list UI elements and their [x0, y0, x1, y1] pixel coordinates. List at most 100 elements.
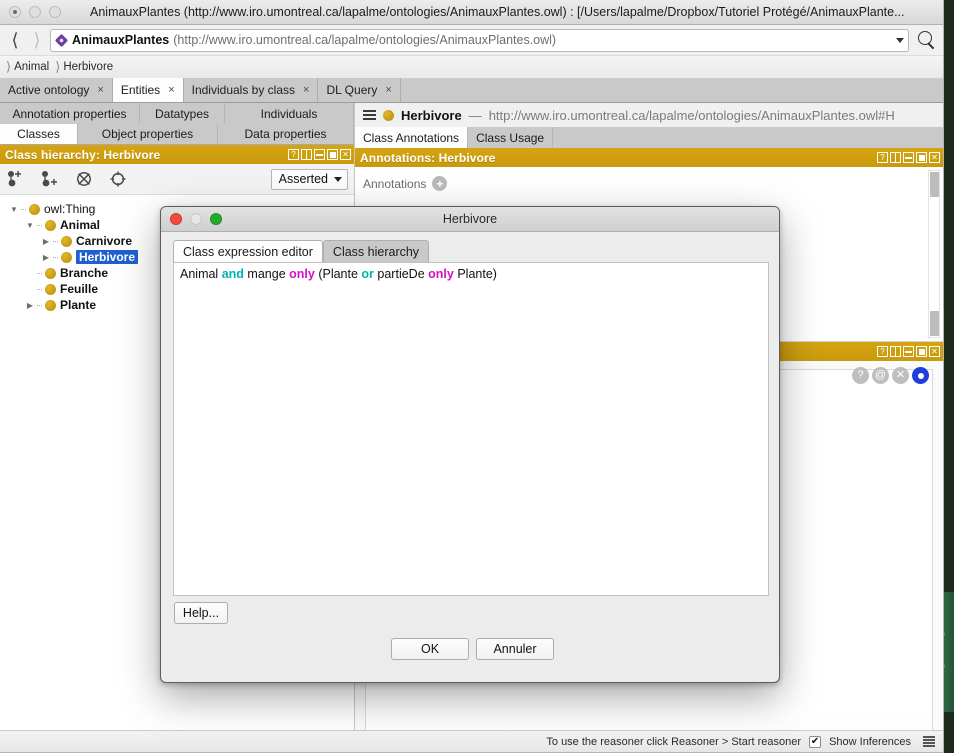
subtab-object-properties[interactable]: Object properties	[78, 124, 218, 145]
ontology-iri-field[interactable]: AnimauxPlantes (http://www.iro.umontreal…	[50, 29, 909, 52]
tree-line: ···	[36, 268, 45, 278]
expr-token-plante-close: Plante)	[457, 267, 497, 281]
help-button[interactable]: Help...	[174, 602, 228, 624]
panel-minimize-icon[interactable]	[903, 152, 914, 163]
tree-item-label: Plante	[60, 298, 96, 312]
twisty-right-icon[interactable]: ▶	[40, 237, 52, 246]
panel-window-buttons: ? ✕	[877, 346, 940, 357]
twisty-right-icon[interactable]: ▶	[40, 253, 52, 262]
entity-header: Herbivore — http://www.iro.umontreal.ca/…	[355, 103, 943, 127]
subtab-individuals[interactable]: Individuals	[225, 103, 354, 124]
dialog-titlebar: Herbivore	[161, 207, 779, 232]
panel-close-icon[interactable]: ✕	[929, 346, 940, 357]
breadcrumb-item-herbivore[interactable]: Herbivore	[63, 61, 113, 73]
panel-minimize-icon[interactable]	[903, 346, 914, 357]
tab-class-usage[interactable]: Class Usage	[468, 127, 553, 148]
chevron-down-icon[interactable]	[896, 38, 904, 43]
tab-entities[interactable]: Entities ×	[113, 78, 184, 102]
breadcrumb-item-animal[interactable]: Animal	[14, 61, 49, 73]
twisty-right-icon[interactable]: ▶	[24, 301, 36, 310]
panel-close-icon[interactable]: ✕	[929, 152, 940, 163]
statusbar: To use the reasoner click Reasoner > Sta…	[0, 730, 943, 752]
hamburger-icon[interactable]	[363, 110, 376, 120]
show-inferences-label: Show Inferences	[829, 736, 911, 748]
annotations-scrollbar[interactable]	[928, 170, 940, 338]
panel-maximize-icon[interactable]	[916, 346, 927, 357]
panel-window-buttons: ? ✕	[288, 149, 351, 160]
panel-minimize-icon[interactable]	[314, 149, 325, 160]
panel-maximize-icon[interactable]	[327, 149, 338, 160]
back-icon[interactable]: ⟨	[4, 31, 26, 49]
subtab-label: Datatypes	[155, 107, 209, 121]
entity-subtab-row-2: Classes Object properties Data propertie…	[0, 124, 354, 145]
add-annotation-plus-icon[interactable]: +	[432, 176, 447, 191]
panel-close-icon[interactable]: ✕	[340, 149, 351, 160]
panel-split-icon[interactable]	[890, 152, 901, 163]
tab-active-ontology[interactable]: Active ontology ×	[0, 78, 113, 102]
tab-close-icon[interactable]: ×	[303, 84, 309, 96]
close-circle-icon[interactable]: ✕	[892, 367, 909, 384]
subtab-label: Data properties	[244, 127, 326, 141]
panel-split-icon[interactable]	[301, 149, 312, 160]
breadcrumb-separator-icon: ⟩	[6, 59, 11, 75]
panel-help-icon[interactable]: ?	[877, 346, 888, 357]
target-class-icon[interactable]	[108, 169, 128, 189]
entity-subtab-row-1: Annotation properties Datatypes Individu…	[0, 103, 354, 124]
subtab-classes[interactable]: Classes	[0, 124, 78, 145]
window-close-button[interactable]	[9, 6, 21, 18]
tab-individuals-by-class[interactable]: Individuals by class ×	[184, 78, 319, 102]
scrollbar-thumb-top[interactable]	[930, 172, 939, 197]
tree-line: ···	[52, 252, 61, 262]
subtab-data-properties[interactable]: Data properties	[218, 124, 354, 145]
expr-token-or: or	[361, 267, 374, 281]
twisty-down-icon[interactable]: ▼	[24, 221, 36, 230]
add-sibling-class-icon[interactable]	[40, 169, 60, 189]
tree-item-label: Branche	[60, 266, 108, 280]
help-circle-icon[interactable]: ?	[852, 367, 869, 384]
class-circle-icon	[61, 236, 72, 247]
class-expression-input[interactable]: Animal and mange only (Plante or partieD…	[173, 262, 769, 596]
description-action-icons: ? @ ✕	[852, 367, 929, 384]
ok-button[interactable]: OK	[391, 638, 469, 660]
tab-close-icon[interactable]: ×	[97, 84, 103, 96]
panel-maximize-icon[interactable]	[916, 152, 927, 163]
tree-item-label: Feuille	[60, 282, 98, 296]
tab-class-annotations[interactable]: Class Annotations	[355, 127, 468, 148]
at-circle-icon[interactable]: @	[872, 367, 889, 384]
subtab-label: Annotation properties	[12, 107, 126, 121]
tab-close-icon[interactable]: ×	[168, 84, 174, 96]
tree-line: ···	[52, 236, 61, 246]
window-zoom-button[interactable]	[49, 6, 61, 18]
log-lines-icon[interactable]	[923, 736, 935, 746]
reasoner-hint: To use the reasoner click Reasoner > Sta…	[546, 736, 801, 748]
show-inferences-checkbox[interactable]: ✔	[809, 736, 821, 748]
window-traffic-lights[interactable]	[0, 6, 61, 18]
tab-class-hierarchy[interactable]: Class hierarchy	[323, 240, 429, 263]
selected-circle-icon[interactable]	[912, 367, 929, 384]
add-subclass-icon[interactable]	[6, 169, 26, 189]
window-minimize-button[interactable]	[29, 6, 41, 18]
ontology-name: AnimauxPlantes	[72, 33, 169, 47]
panel-split-icon[interactable]	[890, 346, 901, 357]
tab-class-expression-editor[interactable]: Class expression editor	[173, 240, 323, 263]
panel-help-icon[interactable]: ?	[877, 152, 888, 163]
screen-root: AnimauxPlantes (http://www.iro.umontreal…	[0, 0, 954, 753]
scrollbar-thumb-bottom[interactable]	[930, 311, 939, 336]
reasoner-mode-select[interactable]: Asserted	[271, 169, 348, 190]
subtab-annotation-properties[interactable]: Annotation properties	[0, 103, 140, 124]
panel-help-icon[interactable]: ?	[288, 149, 299, 160]
annotations-panel-title: Annotations: Herbivore	[360, 151, 496, 165]
subtab-datatypes[interactable]: Datatypes	[140, 103, 225, 124]
tree-item-label: owl:Thing	[44, 202, 95, 216]
forward-icon[interactable]: ⟩	[26, 31, 48, 49]
cancel-button[interactable]: Annuler	[476, 638, 554, 660]
search-icon[interactable]	[915, 29, 937, 51]
tab-close-icon[interactable]: ×	[385, 84, 391, 96]
dialog-footer: Help... OK Annuler	[161, 596, 779, 682]
class-circle-icon	[45, 268, 56, 279]
entity-tab-label: Class Annotations	[363, 131, 459, 145]
twisty-down-icon[interactable]: ▼	[8, 205, 20, 214]
tab-dl-query[interactable]: DL Query ×	[318, 78, 400, 102]
ontology-url: (http://www.iro.umontreal.ca/lapalme/ont…	[173, 33, 556, 47]
delete-class-icon[interactable]	[74, 169, 94, 189]
